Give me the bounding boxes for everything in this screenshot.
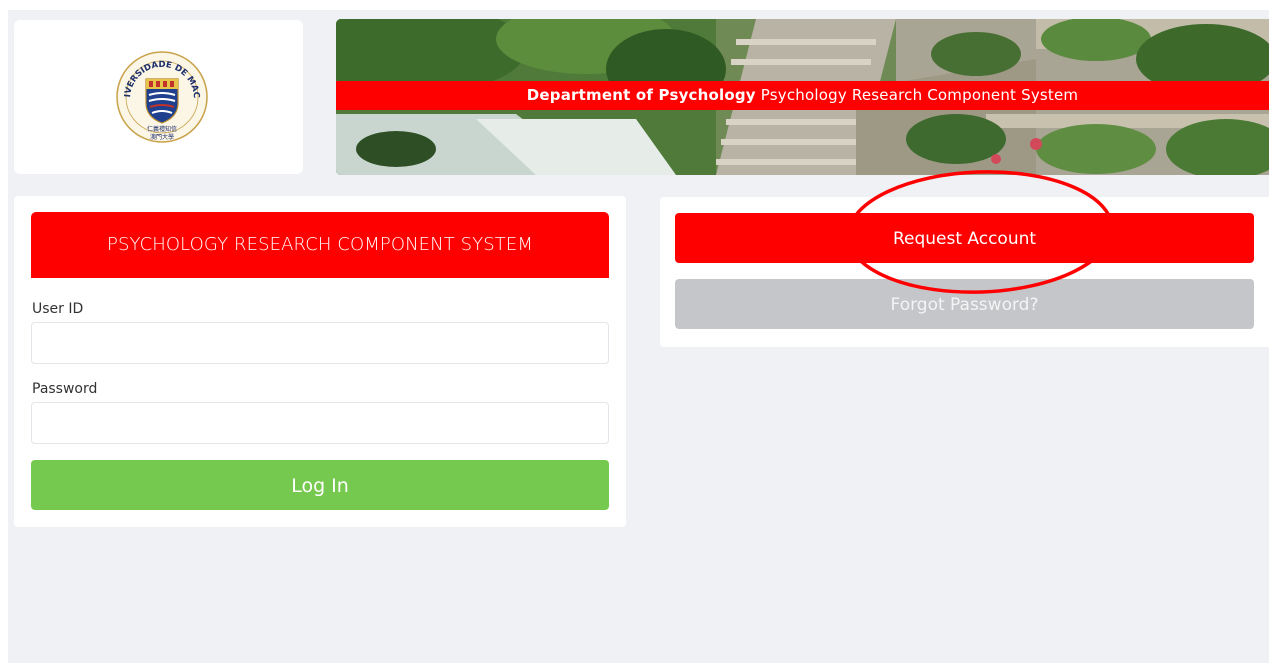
user-id-label: User ID — [32, 301, 84, 317]
banner-system-name: Psychology Research Component System — [760, 86, 1079, 104]
password-input[interactable] — [31, 402, 609, 444]
logo-card: UNIVERSIDADE DE MACAU 仁義禮知信 澳門大學 — [14, 20, 303, 174]
account-actions-panel: Request Account Forgot Password? — [660, 197, 1269, 347]
banner-title-strip: Department of Psychology Psychology Rese… — [336, 81, 1269, 110]
login-panel: PSYCHOLOGY RESEARCH COMPONENT SYSTEM Use… — [14, 196, 626, 527]
forgot-password-button[interactable]: Forgot Password? — [675, 279, 1254, 329]
user-id-input[interactable] — [31, 322, 609, 364]
seal-chinese-name: 澳門大學 — [150, 133, 174, 141]
password-label: Password — [32, 381, 98, 397]
university-seal-logo: UNIVERSIDADE DE MACAU 仁義禮知信 澳門大學 — [116, 51, 208, 143]
login-panel-title: PSYCHOLOGY RESEARCH COMPONENT SYSTEM — [31, 212, 609, 278]
seal-motto: 仁義禮知信 — [147, 125, 177, 133]
login-button[interactable]: Log In — [31, 460, 609, 510]
banner-department: Department of Psychology — [526, 86, 756, 104]
request-account-button[interactable]: Request Account — [675, 213, 1254, 263]
header-banner: Department of Psychology Psychology Rese… — [336, 19, 1269, 175]
